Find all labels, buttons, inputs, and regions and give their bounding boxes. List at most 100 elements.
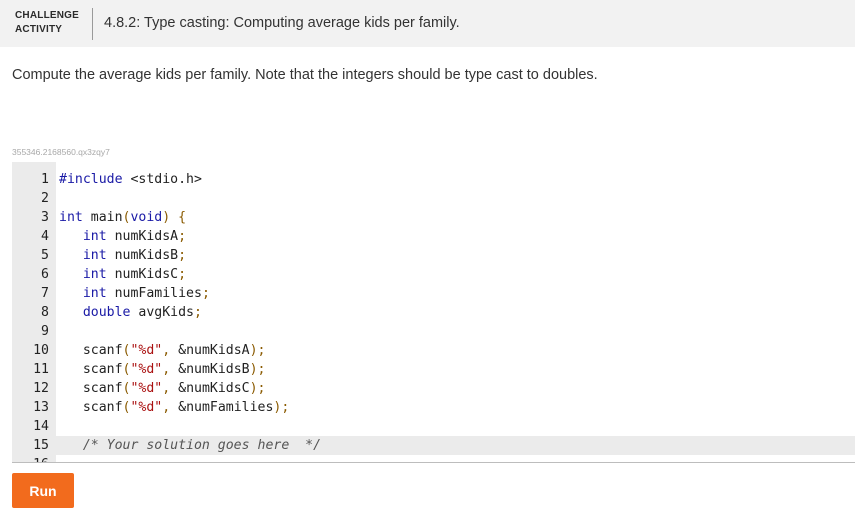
line-number: 11 bbox=[33, 362, 49, 377]
code-token: int bbox=[82, 248, 107, 263]
code-text[interactable]: int numKidsC; bbox=[59, 265, 186, 284]
code-token: numKidsC bbox=[106, 267, 179, 282]
code-token: "%d" bbox=[130, 362, 163, 377]
code-line[interactable]: 9 bbox=[12, 322, 855, 341]
code-token: avgKids bbox=[130, 305, 194, 320]
challenge-activity-badge: CHALLENGE ACTIVITY bbox=[15, 9, 79, 37]
code-token: ; bbox=[194, 305, 202, 320]
code-text[interactable]: scanf("%d", &numFamilies); bbox=[59, 398, 290, 417]
code-line[interactable]: 5 int numKidsB; bbox=[12, 246, 855, 265]
code-token: scanf bbox=[59, 381, 123, 396]
code-line[interactable]: 12 scanf("%d", &numKidsC); bbox=[12, 379, 855, 398]
code-line[interactable]: 4 int numKidsA; bbox=[12, 227, 855, 246]
line-number: 7 bbox=[41, 286, 49, 301]
code-line[interactable]: 1 #include <stdio.h> bbox=[12, 170, 855, 189]
code-token: &numFamilies bbox=[170, 400, 274, 415]
code-token: scanf bbox=[59, 343, 123, 358]
code-token: ); bbox=[249, 381, 266, 396]
code-text[interactable]: scanf("%d", &numKidsB); bbox=[59, 360, 266, 379]
code-token: int bbox=[82, 229, 107, 244]
code-token: int bbox=[82, 286, 107, 301]
code-token: ); bbox=[249, 362, 266, 377]
line-number: 14 bbox=[33, 419, 49, 434]
code-token: #include bbox=[59, 172, 123, 187]
line-number: 9 bbox=[41, 324, 49, 339]
code-token: , bbox=[162, 381, 171, 396]
code-line[interactable]: 13 scanf("%d", &numFamilies); bbox=[12, 398, 855, 417]
code-line[interactable]: 14 bbox=[12, 417, 855, 436]
header-divider bbox=[92, 8, 93, 40]
line-number: 15 bbox=[33, 438, 49, 453]
code-line[interactable]: 11 scanf("%d", &numKidsB); bbox=[12, 360, 855, 379]
activity-description: Compute the average kids per family. Not… bbox=[12, 67, 598, 83]
code-token: "%d" bbox=[130, 343, 163, 358]
code-text[interactable]: double avgKids; bbox=[59, 303, 202, 322]
line-number: 2 bbox=[41, 191, 49, 206]
code-line[interactable]: 10 scanf("%d", &numKidsA); bbox=[12, 341, 855, 360]
code-text[interactable]: int numFamilies; bbox=[59, 284, 210, 303]
activity-title: 4.8.2: Type casting: Computing average k… bbox=[104, 15, 460, 31]
line-number: 3 bbox=[41, 210, 49, 225]
code-token: scanf bbox=[59, 362, 123, 377]
challenge-id: 355346.2168560.qx3zqy7 bbox=[12, 147, 110, 157]
line-number: 4 bbox=[41, 229, 49, 244]
code-token: double bbox=[82, 305, 131, 320]
code-line[interactable]: 3 int main(void) { bbox=[12, 208, 855, 227]
code-text[interactable]: int numKidsA; bbox=[59, 227, 186, 246]
code-token: ; bbox=[201, 286, 210, 301]
code-token: ) bbox=[162, 210, 171, 225]
code-token: numFamilies bbox=[106, 286, 202, 301]
code-text[interactable]: scanf("%d", &numKidsA); bbox=[59, 341, 266, 360]
code-token: "%d" bbox=[130, 400, 163, 415]
code-text[interactable]: /* Your solution goes here */ bbox=[59, 436, 321, 455]
code-token: int bbox=[59, 210, 83, 225]
code-text[interactable]: int main(void) { bbox=[59, 208, 186, 227]
code-token: /* Your solution goes here */ bbox=[82, 438, 322, 453]
code-editor[interactable]: 1 #include <stdio.h> 2 3 int main(void) {4 i… bbox=[12, 162, 855, 463]
code-token: numKidsB bbox=[106, 248, 179, 263]
code-line[interactable]: 8 double avgKids; bbox=[12, 303, 855, 322]
line-number: 16 bbox=[12, 455, 49, 462]
code-line[interactable]: 16 bbox=[12, 455, 855, 462]
badge-line-2: ACTIVITY bbox=[15, 24, 63, 35]
code-line[interactable]: 6 int numKidsC; bbox=[12, 265, 855, 284]
code-line[interactable]: 7 int numFamilies; bbox=[12, 284, 855, 303]
code-token: ); bbox=[273, 400, 290, 415]
code-lines[interactable]: 1 #include <stdio.h> 2 3 int main(void) {4 i… bbox=[12, 170, 855, 462]
code-token: ; bbox=[178, 229, 187, 244]
code-token: , bbox=[162, 343, 171, 358]
code-token: numKidsA bbox=[106, 229, 179, 244]
run-button[interactable]: Run bbox=[12, 473, 74, 508]
line-number: 8 bbox=[41, 305, 49, 320]
code-text[interactable]: scanf("%d", &numKidsC); bbox=[59, 379, 266, 398]
code-token: , bbox=[162, 400, 171, 415]
badge-line-1: CHALLENGE bbox=[15, 10, 80, 21]
line-number: 10 bbox=[33, 343, 49, 358]
code-token: ; bbox=[178, 248, 187, 263]
code-line[interactable]: 15 /* Your solution goes here */ bbox=[12, 436, 855, 455]
code-token: &numKidsC bbox=[170, 381, 250, 396]
code-token: <stdio.h> bbox=[122, 172, 202, 187]
code-token: ); bbox=[249, 343, 266, 358]
code-token: , bbox=[162, 362, 171, 377]
code-token: scanf bbox=[59, 400, 123, 415]
code-text[interactable]: int numKidsB; bbox=[59, 246, 186, 265]
code-token: ; bbox=[178, 267, 187, 282]
line-number: 5 bbox=[41, 248, 49, 263]
code-token: &numKidsB bbox=[170, 362, 250, 377]
code-token: int bbox=[82, 267, 107, 282]
code-token: main bbox=[82, 210, 123, 225]
code-token: void bbox=[130, 210, 163, 225]
code-text[interactable]: #include <stdio.h> bbox=[59, 170, 202, 189]
line-number: 1 bbox=[41, 172, 49, 187]
code-line[interactable]: 2 bbox=[12, 189, 855, 208]
line-number: 13 bbox=[33, 400, 49, 415]
activity-header: CHALLENGE ACTIVITY 4.8.2: Type casting: … bbox=[0, 0, 855, 47]
